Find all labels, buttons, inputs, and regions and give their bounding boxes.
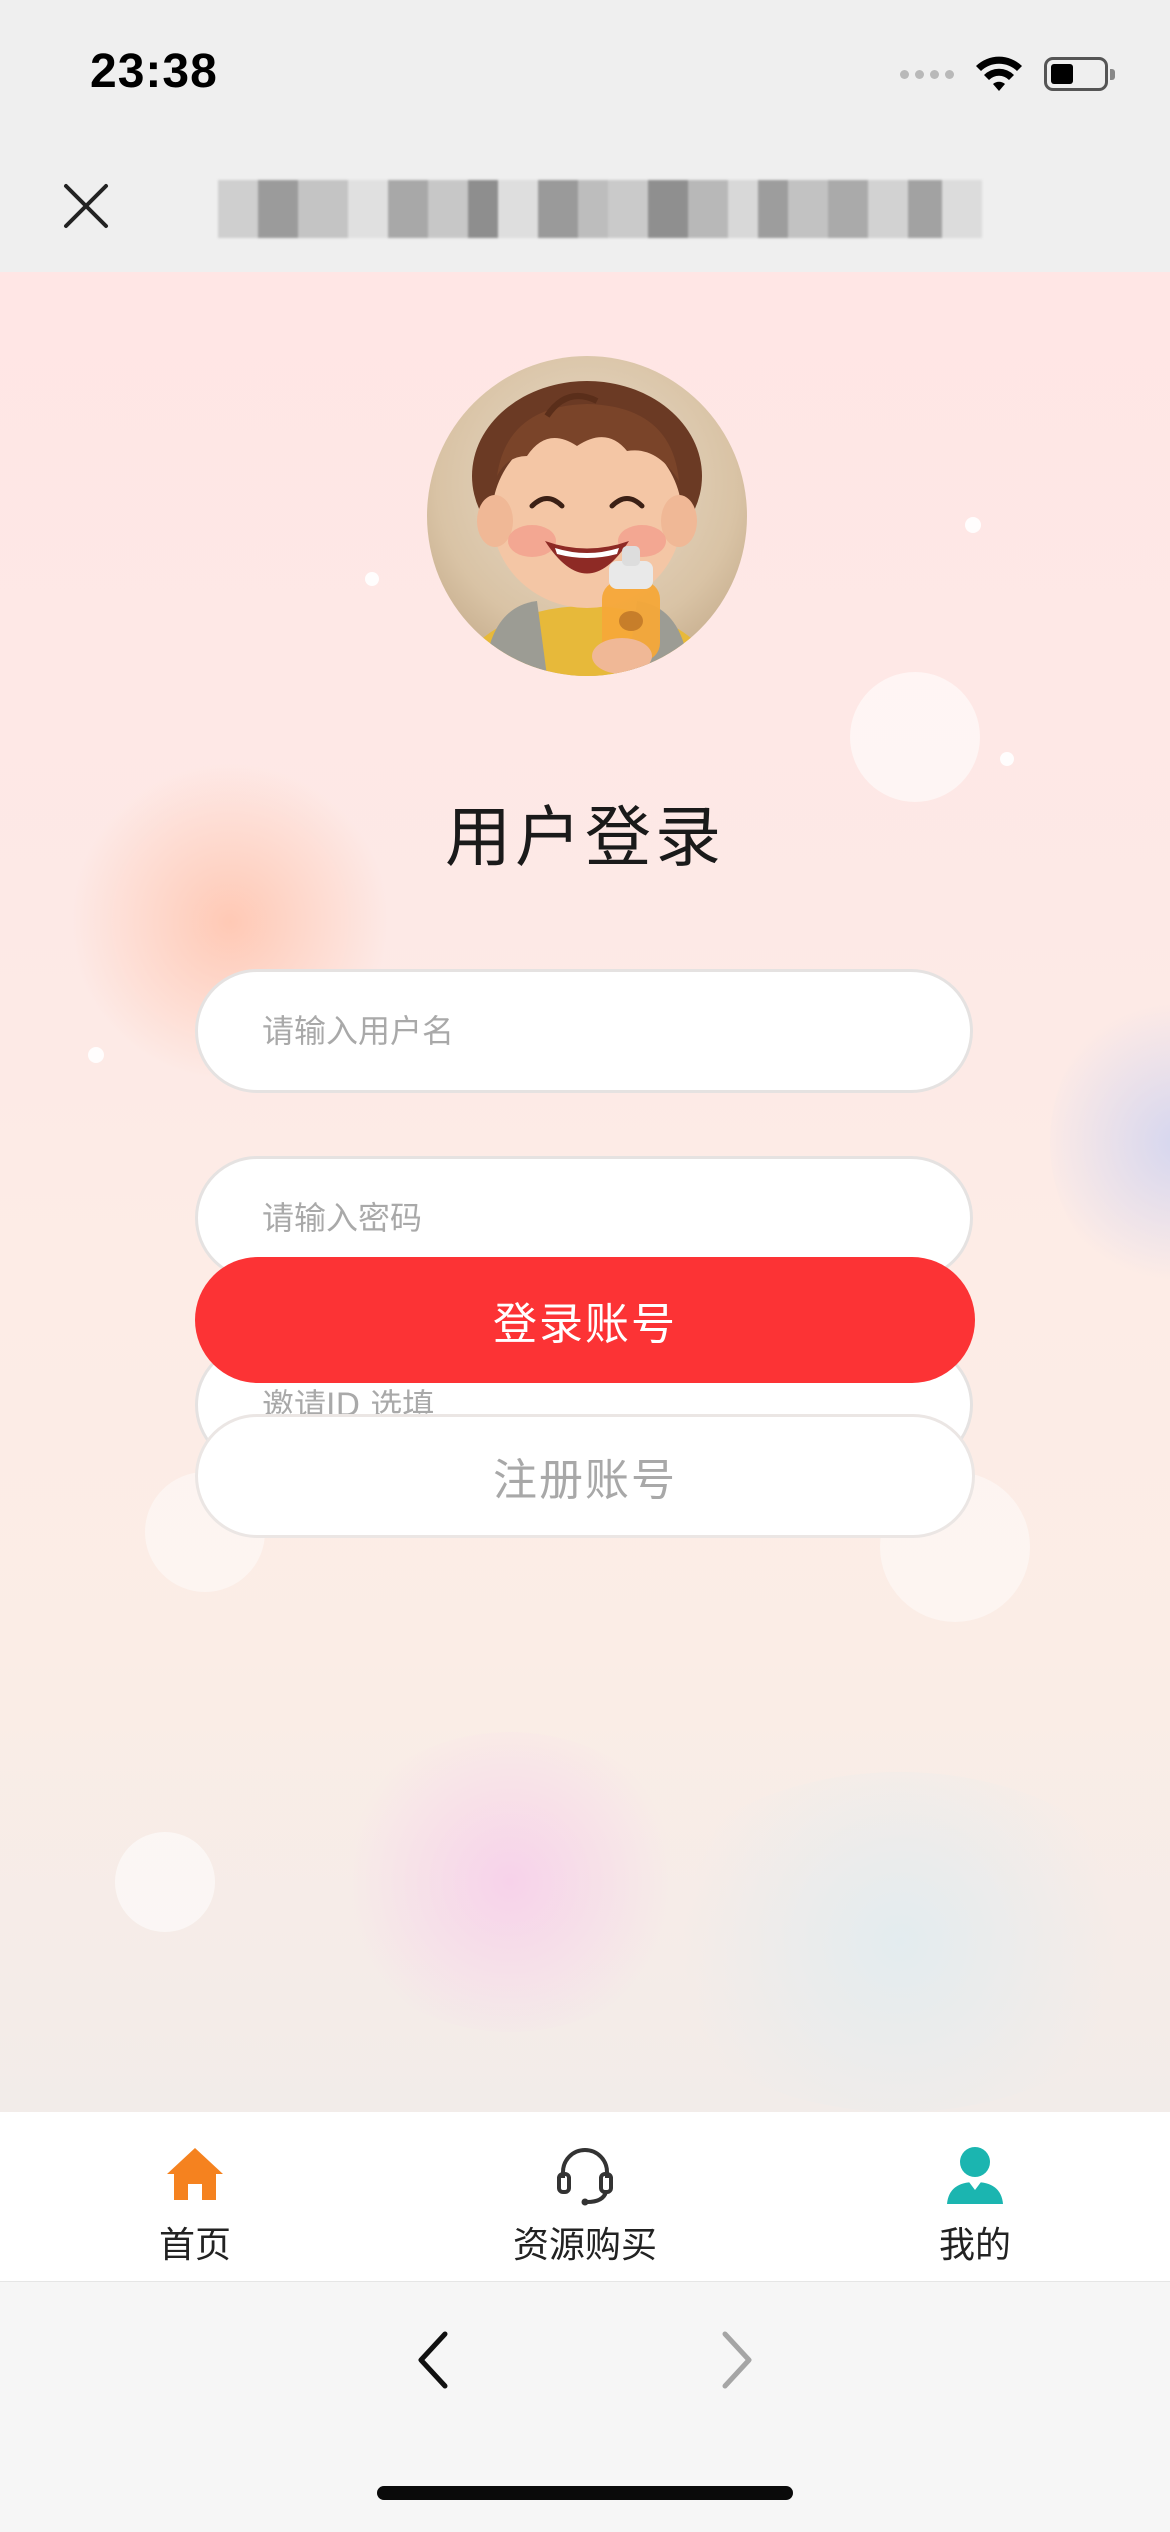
close-icon[interactable] xyxy=(56,176,116,236)
forward-arrow-icon[interactable] xyxy=(705,2324,765,2396)
bokeh-decoration xyxy=(115,1832,215,1932)
wifi-icon xyxy=(976,56,1022,91)
password-input[interactable] xyxy=(262,1199,970,1237)
bokeh-decoration xyxy=(88,1047,104,1063)
status-icons xyxy=(900,50,1115,98)
tab-bar: 首页 资源购买 我的 xyxy=(0,2112,1170,2282)
bokeh-decoration xyxy=(365,572,379,586)
bokeh-decoration xyxy=(1000,752,1014,766)
tab-label: 首页 xyxy=(158,2225,231,2266)
tab-label: 我的 xyxy=(938,2225,1011,2266)
headset-icon xyxy=(557,2148,613,2206)
phone-screen: 23:38 用户登录 请输入用户名 邀请ID 选填 登录账号 注册账号 首页 资… xyxy=(0,0,1170,2532)
status-time: 23:38 xyxy=(90,45,218,98)
user-icon xyxy=(947,2147,1003,2204)
bokeh-decoration xyxy=(1050,992,1170,1292)
tab-label: 资源购买 xyxy=(512,2225,657,2266)
username-field[interactable] xyxy=(195,969,973,1093)
tab-home[interactable]: 首页 xyxy=(45,2112,345,2282)
battery-icon xyxy=(1044,57,1115,91)
login-page: 用户登录 登录账号 注册账号 xyxy=(0,272,1170,2112)
bokeh-decoration xyxy=(330,1732,690,2032)
back-arrow-icon[interactable] xyxy=(405,2324,465,2396)
signal-icon xyxy=(900,69,954,79)
home-icon xyxy=(167,2148,223,2200)
bokeh-decoration xyxy=(850,672,980,802)
register-button[interactable]: 注册账号 xyxy=(195,1414,975,1538)
tab-resource-purchase[interactable]: 资源购买 xyxy=(435,2112,735,2282)
page-title-obscured xyxy=(218,180,1018,238)
tab-profile[interactable]: 我的 xyxy=(825,2112,1125,2282)
login-button[interactable]: 登录账号 xyxy=(195,1257,975,1383)
bokeh-decoration xyxy=(965,517,981,533)
status-bar: 23:38 xyxy=(0,0,1170,140)
page-title: 用户登录 xyxy=(445,799,725,876)
browser-nav-bar xyxy=(0,140,1170,272)
home-indicator xyxy=(377,2486,793,2500)
avatar xyxy=(427,356,747,676)
username-input[interactable] xyxy=(262,1012,970,1050)
bokeh-decoration xyxy=(640,1772,1160,2112)
